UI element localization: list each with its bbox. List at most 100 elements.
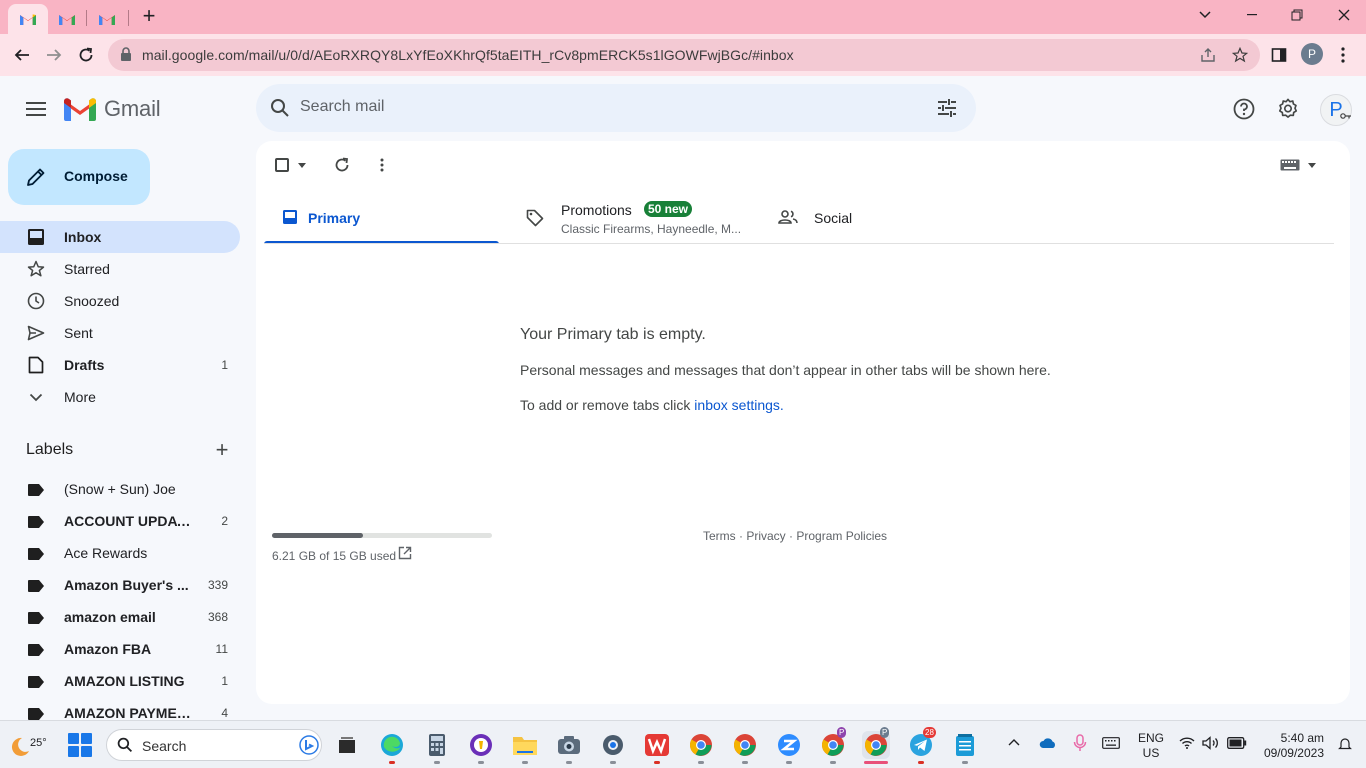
label-tag-icon xyxy=(28,483,44,501)
sidebar-item-more[interactable]: More xyxy=(0,381,240,413)
pencil-icon xyxy=(27,168,45,186)
touch-keyboard-tray[interactable] xyxy=(1102,737,1120,752)
more-actions-button[interactable] xyxy=(372,155,392,175)
taskbar-camera[interactable] xyxy=(555,731,583,759)
taskbar-calculator[interactable] xyxy=(423,731,451,759)
filter-options-icon[interactable] xyxy=(936,97,958,119)
volume-tray[interactable] xyxy=(1202,736,1220,753)
search-bar[interactable] xyxy=(256,84,976,132)
close-window-button[interactable] xyxy=(1332,4,1356,26)
weather-widget[interactable]: 25° xyxy=(8,729,47,761)
back-button[interactable] xyxy=(9,42,35,68)
sidebar-item-inbox[interactable]: Inbox xyxy=(0,221,240,253)
taskbar-wps-office[interactable] xyxy=(643,731,671,759)
taskbar-chrome-profile-3[interactable]: P xyxy=(819,727,847,759)
sidebar-item-snoozed[interactable]: Snoozed xyxy=(0,285,240,317)
search-icon[interactable] xyxy=(270,98,290,118)
address-bar[interactable]: mail.google.com/mail/u/0/d/AEoRXRQY8LxYf… xyxy=(108,39,1260,71)
label-item[interactable]: Ace Rewards xyxy=(0,537,240,569)
minimize-button[interactable] xyxy=(1240,4,1264,26)
bookmark-button[interactable] xyxy=(1230,45,1250,65)
label-item[interactable]: Amazon FBA 11 xyxy=(0,633,240,665)
label-name: AMAZON LISTING xyxy=(64,673,185,689)
url-text[interactable]: mail.google.com/mail/u/0/d/AEoRXRQY8LxYf… xyxy=(142,47,794,63)
battery-tray[interactable] xyxy=(1227,737,1247,752)
label-item[interactable]: (Snow + Sun) Joe xyxy=(0,473,240,505)
gmail-logo[interactable]: Gmail xyxy=(64,96,161,122)
tab-search-button[interactable] xyxy=(1193,4,1217,26)
main-menu-button[interactable] xyxy=(22,95,50,123)
task-view-button[interactable] xyxy=(333,731,361,759)
system-clock[interactable]: 5:40 am 09/09/2023 xyxy=(1258,731,1324,761)
new-tab-button[interactable]: + xyxy=(138,5,160,27)
microphone-tray[interactable] xyxy=(1073,734,1087,755)
side-panel-button[interactable] xyxy=(1266,42,1292,68)
program-policies-link[interactable]: Program Policies xyxy=(796,529,887,543)
search-input[interactable] xyxy=(300,98,900,116)
running-indicator xyxy=(654,761,660,764)
footer-links: Terms · Privacy · Program Policies xyxy=(703,529,887,543)
label-item[interactable]: Amazon Buyer's ... 339 xyxy=(0,569,240,601)
refresh-button[interactable] xyxy=(332,155,352,175)
wifi-tray[interactable] xyxy=(1179,737,1195,752)
reload-button[interactable] xyxy=(73,42,99,68)
taskbar-file-explorer[interactable] xyxy=(511,731,539,759)
storage-bar xyxy=(272,533,492,538)
manage-storage-button[interactable] xyxy=(398,546,412,565)
inbox-settings-link[interactable]: inbox settings xyxy=(694,397,780,413)
settings-button[interactable] xyxy=(1275,96,1301,122)
sidebar-item-starred[interactable]: Starred xyxy=(0,253,240,285)
label-item[interactable]: ACCOUNT UPDATE 2 xyxy=(0,505,240,537)
taskbar-telegram[interactable]: 28 xyxy=(907,727,936,759)
taskbar-notepad[interactable] xyxy=(951,731,979,759)
side-panel-icon xyxy=(1271,48,1287,62)
privacy-link[interactable]: Privacy xyxy=(746,529,785,543)
storage-bar-fill xyxy=(272,533,364,538)
taskbar-chrome-profile-2[interactable] xyxy=(731,731,759,759)
sidebar-item-sent[interactable]: Sent xyxy=(0,317,240,349)
browser-tab-gmail-2[interactable] xyxy=(52,4,82,34)
label-item[interactable]: AMAZON LISTING 1 xyxy=(0,665,240,697)
compose-button[interactable]: Compose xyxy=(8,149,150,205)
tab-promotions[interactable]: Promotions xyxy=(516,195,756,245)
browser-menu-button[interactable] xyxy=(1330,42,1356,68)
taskbar-search[interactable]: Search xyxy=(106,729,322,761)
taskbar-edge[interactable] xyxy=(378,731,406,759)
taskbar-zoom[interactable] xyxy=(775,731,803,759)
select-options-dropdown[interactable] xyxy=(296,155,308,175)
browser-tab-gmail-3[interactable] xyxy=(92,4,122,34)
tab-social[interactable]: Social xyxy=(768,195,1008,245)
sidebar-item-drafts[interactable]: Drafts 1 xyxy=(0,349,240,381)
clock-icon xyxy=(26,291,46,311)
input-tools-button[interactable] xyxy=(1278,155,1318,175)
running-indicator xyxy=(918,761,924,764)
label-item[interactable]: amazon email 368 xyxy=(0,601,240,633)
notifications-button[interactable] xyxy=(1338,737,1352,754)
show-hidden-icons[interactable] xyxy=(1008,735,1020,749)
browser-profile-button[interactable]: P xyxy=(1301,43,1323,65)
taskbar-privacy-app[interactable] xyxy=(467,731,495,759)
zoom-icon xyxy=(778,734,800,756)
support-button[interactable] xyxy=(1231,96,1257,122)
tab-primary[interactable]: Primary xyxy=(264,195,499,245)
sidebar-item-label: Starred xyxy=(64,261,110,277)
tab-primary-label: Primary xyxy=(308,210,361,226)
active-indicator xyxy=(864,761,888,764)
input-language[interactable]: ENG US xyxy=(1138,731,1164,761)
share-button[interactable] xyxy=(1198,45,1218,65)
select-all-checkbox[interactable] xyxy=(272,155,292,175)
browser-tab-gmail-1[interactable] xyxy=(8,4,48,34)
label-name: amazon email xyxy=(64,609,156,625)
windows-logo-pane xyxy=(68,746,79,757)
taskbar-chrome-active[interactable]: P xyxy=(862,727,890,759)
forward-button[interactable] xyxy=(41,42,67,68)
restore-button[interactable] xyxy=(1285,4,1309,26)
terms-link[interactable]: Terms xyxy=(703,529,736,543)
tab-separator xyxy=(128,10,129,26)
taskbar-chrome-profile-1[interactable] xyxy=(687,731,715,759)
onedrive-tray[interactable] xyxy=(1039,737,1057,752)
running-indicator xyxy=(434,761,440,764)
start-button[interactable] xyxy=(68,733,92,757)
create-label-button[interactable]: + xyxy=(212,439,232,461)
taskbar-settings[interactable] xyxy=(599,731,627,759)
